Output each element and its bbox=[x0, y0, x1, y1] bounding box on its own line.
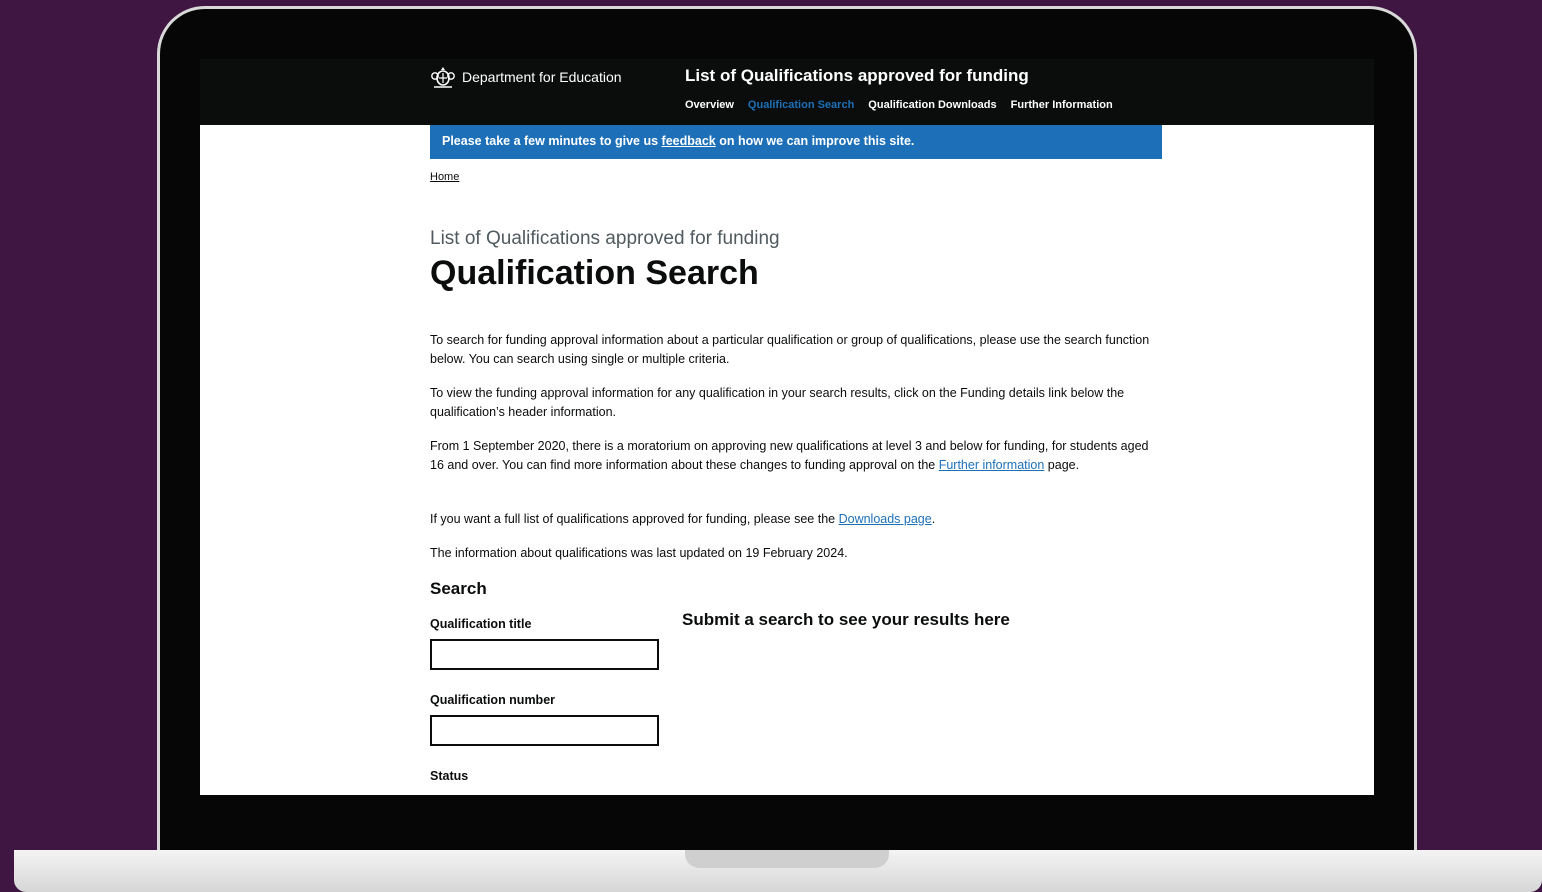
intro-paragraph: To search for funding approval informati… bbox=[430, 333, 1150, 366]
browser-screen: Department for Education List of Qualifi… bbox=[200, 59, 1374, 795]
downloads-paragraph: If you want a full list of qualification… bbox=[430, 510, 1150, 529]
qualification-title-label: Qualification title bbox=[430, 617, 532, 631]
royal-crest-icon bbox=[431, 67, 455, 88]
downloads-text: If you want a full list of qualification… bbox=[430, 512, 839, 526]
main-navigation: Overview Qualification Search Qualificat… bbox=[685, 99, 1113, 111]
nav-qualification-downloads[interactable]: Qualification Downloads bbox=[868, 99, 996, 111]
nav-overview[interactable]: Overview bbox=[685, 99, 734, 111]
moratorium-text-end: page. bbox=[1044, 458, 1080, 472]
qualification-number-input[interactable] bbox=[430, 715, 659, 746]
page-caption: List of Qualifications approved for fund… bbox=[430, 228, 780, 249]
qualification-number-label: Qualification number bbox=[430, 693, 556, 707]
funding-details-paragraph: To view the funding approval information… bbox=[430, 386, 1125, 419]
feedback-banner: Please take a few minutes to give us fee… bbox=[430, 125, 1162, 159]
site-header: Department for Education List of Qualifi… bbox=[200, 59, 1374, 125]
nav-further-information[interactable]: Further Information bbox=[1011, 99, 1113, 111]
last-updated-paragraph: The information about qualifications was… bbox=[430, 546, 848, 560]
nav-qualification-search[interactable]: Qualification Search bbox=[748, 99, 854, 111]
breadcrumb-home-link[interactable]: Home bbox=[430, 171, 459, 183]
laptop-notch bbox=[685, 850, 889, 868]
downloads-text-end: . bbox=[931, 512, 936, 526]
moratorium-paragraph: From 1 September 2020, there is a morato… bbox=[430, 437, 1150, 475]
banner-text-before: Please take a few minutes to give us bbox=[442, 134, 662, 148]
qualification-title-input[interactable] bbox=[430, 639, 659, 670]
search-heading: Search bbox=[430, 579, 487, 598]
page-title: Qualification Search bbox=[430, 254, 759, 292]
department-name[interactable]: Department for Education bbox=[462, 69, 622, 85]
service-name[interactable]: List of Qualifications approved for fund… bbox=[685, 66, 1029, 86]
feedback-link[interactable]: feedback bbox=[662, 134, 716, 148]
banner-text-after: on how we can improve this site. bbox=[715, 134, 915, 148]
downloads-page-link[interactable]: Downloads page bbox=[839, 512, 932, 526]
status-label: Status bbox=[430, 769, 469, 783]
further-information-link[interactable]: Further information bbox=[939, 458, 1045, 472]
results-placeholder-message: Submit a search to see your results here bbox=[682, 610, 1010, 629]
